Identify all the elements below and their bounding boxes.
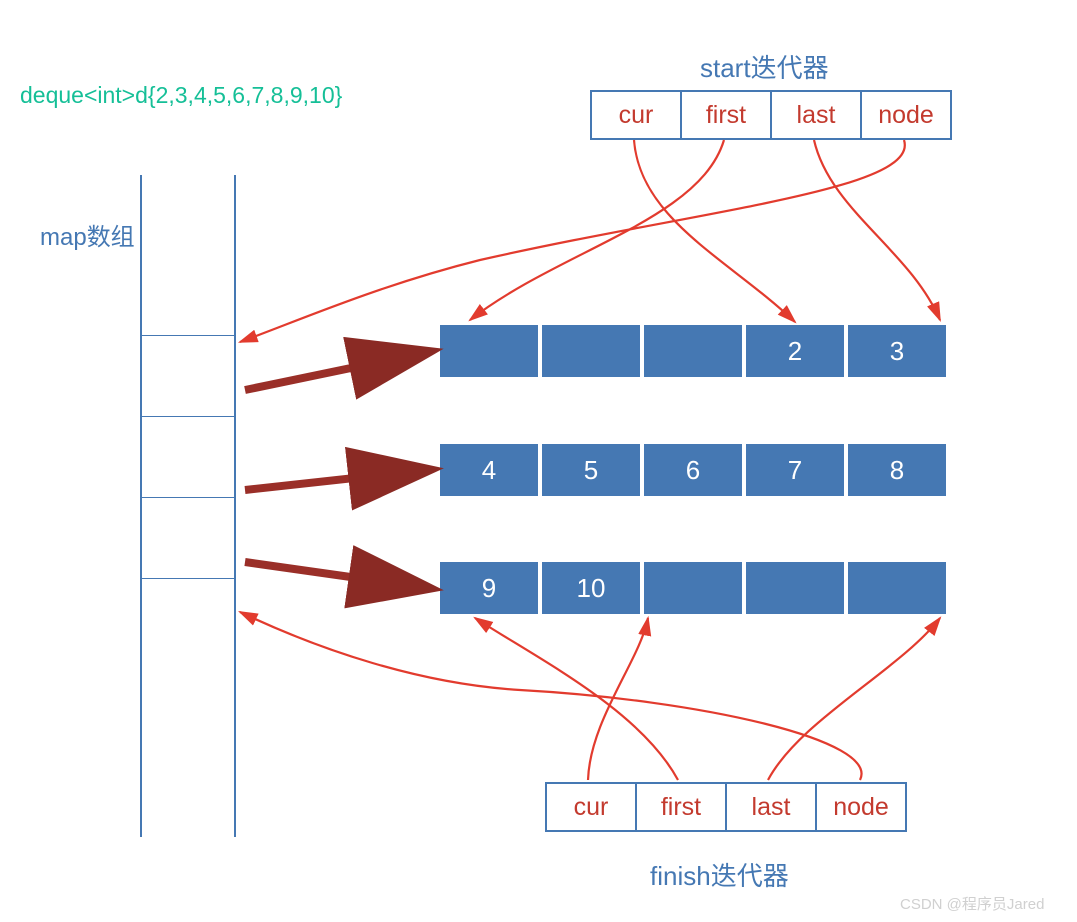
buffer-cell: 7 bbox=[746, 444, 844, 496]
buffer-cell bbox=[542, 325, 640, 377]
finish-iterator-box: cur first last node bbox=[545, 782, 907, 832]
start-iterator-box: cur first last node bbox=[590, 90, 952, 140]
buffer-cell: 2 bbox=[746, 325, 844, 377]
buffer-cell: 4 bbox=[440, 444, 538, 496]
finish-cur-field: cur bbox=[547, 784, 637, 830]
map-slot bbox=[142, 417, 234, 498]
map-slot bbox=[142, 498, 234, 579]
buffer-cell bbox=[746, 562, 844, 614]
buffer-cell bbox=[644, 562, 742, 614]
map-array-column bbox=[140, 175, 236, 837]
buffer-row-1: 2 3 bbox=[440, 325, 946, 377]
buffer-cell bbox=[644, 325, 742, 377]
buffer-cell bbox=[440, 325, 538, 377]
finish-last-field: last bbox=[727, 784, 817, 830]
buffer-cell: 9 bbox=[440, 562, 538, 614]
buffer-cell: 10 bbox=[542, 562, 640, 614]
finish-first-field: first bbox=[637, 784, 727, 830]
start-cur-field: cur bbox=[592, 92, 682, 138]
deque-declaration: deque<int>d{2,3,4,5,6,7,8,9,10} bbox=[20, 82, 342, 109]
buffer-cell: 6 bbox=[644, 444, 742, 496]
start-iterator-title: start迭代器 bbox=[700, 48, 829, 85]
buffer-cell: 8 bbox=[848, 444, 946, 496]
start-node-field: node bbox=[862, 92, 950, 138]
buffer-row-3: 9 10 bbox=[440, 562, 946, 614]
finish-iterator-title: finish迭代器 bbox=[650, 856, 789, 893]
finish-node-field: node bbox=[817, 784, 905, 830]
map-array-label: map数组 bbox=[40, 217, 135, 252]
watermark-text: CSDN @程序员Jared bbox=[900, 893, 1044, 914]
start-last-field: last bbox=[772, 92, 862, 138]
start-first-field: first bbox=[682, 92, 772, 138]
buffer-row-2: 4 5 6 7 8 bbox=[440, 444, 946, 496]
buffer-cell: 5 bbox=[542, 444, 640, 496]
buffer-cell bbox=[848, 562, 946, 614]
buffer-cell: 3 bbox=[848, 325, 946, 377]
map-slot bbox=[142, 335, 234, 417]
